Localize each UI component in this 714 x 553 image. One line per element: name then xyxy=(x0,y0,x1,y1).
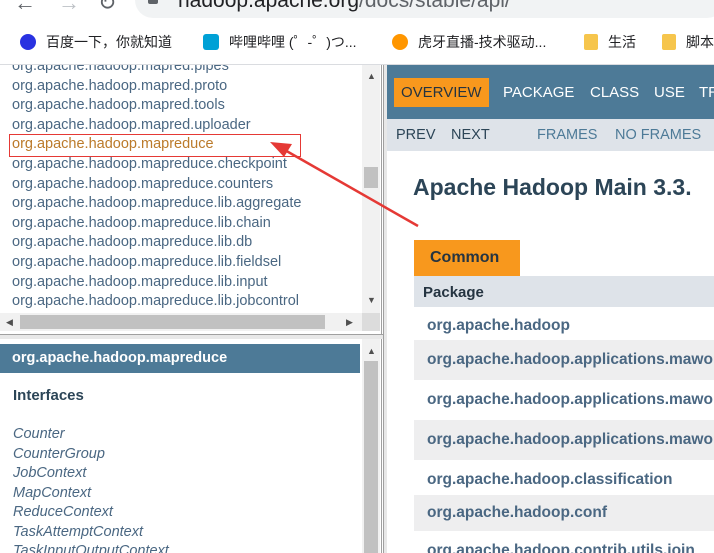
bookmark-huya[interactable]: 虎牙直播-技术驱动... xyxy=(392,28,546,56)
bookmark-label: 虎牙直播-技术驱动... xyxy=(418,34,547,50)
nav-package[interactable]: PACKAGE xyxy=(503,78,574,107)
overview-package-link[interactable]: org.apache.hadoop.applications.mawo xyxy=(427,391,713,408)
overview-package-link[interactable]: org.apache.hadoop.applications.mawo xyxy=(427,351,713,368)
overview-package-link[interactable]: org.apache.hadoop xyxy=(427,317,570,334)
bookmark-label: 哔哩哔哩 (゜-゜)つ... xyxy=(229,34,357,50)
top-navbar: OVERVIEW PACKAGE CLASS USE TREE xyxy=(387,65,714,119)
url-path: /docs/stable/api/ xyxy=(359,0,511,12)
sub-navbar: PREV NEXT FRAMES NO FRAMES xyxy=(387,119,714,151)
scrollbar-thumb[interactable] xyxy=(20,315,325,329)
interface-link[interactable]: JobContext xyxy=(13,464,169,484)
package-column-header: Package xyxy=(414,276,714,307)
bookmark-label: 百度一下，你就知道 xyxy=(46,34,172,50)
overview-package-link[interactable]: org.apache.hadoop.contrib.utils.join xyxy=(427,542,695,553)
overview-package-row: org.apache.hadoop.applications.mawo xyxy=(414,340,714,380)
interface-link[interactable]: TaskInputOutputContext xyxy=(13,542,169,553)
bookmark-label: 脚本 xyxy=(686,34,714,50)
overview-frame: OVERVIEW PACKAGE CLASS USE TREE PREV NEX… xyxy=(387,65,714,553)
package-link[interactable]: org.apache.hadoop.mapreduce.lib.db xyxy=(12,233,362,253)
package-link[interactable]: org.apache.hadoop.mapreduce.checkpoint xyxy=(12,155,362,175)
page-title: Apache Hadoop Main 3.3. xyxy=(413,174,692,200)
scroll-left-icon[interactable]: ◀ xyxy=(6,317,13,327)
vertical-scrollbar[interactable]: ▲ xyxy=(362,339,380,553)
overview-package-row: org.apache.hadoop.contrib.utils.join xyxy=(414,531,714,553)
package-link[interactable]: org.apache.hadoop.mapreduce.lib.jobcontr… xyxy=(12,292,362,312)
nav-tree[interactable]: TREE xyxy=(699,78,714,107)
scrollbar-thumb[interactable] xyxy=(364,361,378,553)
package-list: org.apache.hadoop.mapred.pipes org.apach… xyxy=(12,65,362,312)
tab-common[interactable]: Common xyxy=(414,240,520,276)
package-list-frame: org.apache.hadoop.mapred.pipes org.apach… xyxy=(0,65,382,334)
nav-prev: PREV xyxy=(396,127,436,143)
overview-package-row: org.apache.hadoop xyxy=(414,307,714,340)
interface-link[interactable]: MapContext xyxy=(13,484,169,504)
package-link[interactable]: org.apache.hadoop.mapreduce.lib.chain xyxy=(12,214,362,234)
overview-package-row: org.apache.hadoop.conf xyxy=(414,495,714,531)
folder-icon xyxy=(662,34,676,50)
scrollbar-corner xyxy=(362,313,380,331)
nav-class[interactable]: CLASS xyxy=(590,78,639,107)
nav-frames[interactable]: FRAMES xyxy=(537,119,597,151)
bookmark-folder-life[interactable]: 生活 xyxy=(584,28,636,56)
interfaces-heading: Interfaces xyxy=(13,387,84,404)
nav-next: NEXT xyxy=(451,127,490,143)
package-link[interactable]: org.apache.hadoop.mapred.uploader xyxy=(12,116,362,136)
scroll-up-icon[interactable]: ▲ xyxy=(367,71,376,81)
overview-package-row: org.apache.hadoop.classification xyxy=(414,460,714,495)
scroll-down-icon[interactable]: ▼ xyxy=(367,295,376,305)
browser-chrome: ← → ↻ hadoop.apache.org/docs/stable/api/… xyxy=(0,0,714,65)
overview-package-link[interactable]: org.apache.hadoop.classification xyxy=(427,471,672,488)
scrollbar-thumb[interactable] xyxy=(364,167,378,188)
baidu-paw-icon xyxy=(20,34,36,50)
nav-use[interactable]: USE xyxy=(654,78,685,107)
selection-highlight-box xyxy=(9,134,301,157)
package-link[interactable]: org.apache.hadoop.mapreduce.lib.fieldsel xyxy=(12,253,362,273)
overview-package-link[interactable]: org.apache.hadoop.applications.mawo xyxy=(427,431,713,448)
reload-icon[interactable]: ↻ xyxy=(98,0,116,16)
bilibili-tv-icon xyxy=(203,34,219,50)
overview-package-row: org.apache.hadoop.applications.mawo xyxy=(414,380,714,420)
bookmarks-bar: 百度一下，你就知道 哔哩哔哩 (゜-゜)つ... 虎牙直播-技术驱动... 生活… xyxy=(0,28,714,56)
bookmark-bilibili[interactable]: 哔哩哔哩 (゜-゜)つ... xyxy=(203,28,357,56)
package-link[interactable]: org.apache.hadoop.mapreduce.lib.aggregat… xyxy=(12,194,362,214)
overview-package-link[interactable]: org.apache.hadoop.conf xyxy=(427,504,607,521)
lock-icon[interactable] xyxy=(148,0,158,4)
package-link[interactable]: org.apache.hadoop.mapreduce.lib.input xyxy=(12,273,362,293)
huya-icon xyxy=(392,34,408,50)
interface-list: Counter CounterGroup JobContext MapConte… xyxy=(13,425,169,553)
overview-package-row: org.apache.hadoop.applications.mawo xyxy=(414,420,714,460)
nav-overview[interactable]: OVERVIEW xyxy=(394,78,489,107)
package-link[interactable]: org.apache.hadoop.mapred.pipes xyxy=(12,65,362,77)
package-link[interactable]: org.apache.hadoop.mapred.proto xyxy=(12,77,362,97)
class-list-frame: org.apache.hadoop.mapreduce Interfaces C… xyxy=(0,339,382,553)
scroll-up-icon[interactable]: ▲ xyxy=(367,346,376,356)
interface-link[interactable]: ReduceContext xyxy=(13,503,169,523)
package-link[interactable]: org.apache.hadoop.mapreduce.counters xyxy=(12,175,362,195)
bookmark-label: 生活 xyxy=(608,34,636,50)
interface-link[interactable]: TaskAttemptContext xyxy=(13,523,169,543)
vertical-scrollbar[interactable]: ▲ ▼ xyxy=(362,65,380,313)
address-bar-url[interactable]: hadoop.apache.org/docs/stable/api/ xyxy=(178,0,511,13)
package-title-bar[interactable]: org.apache.hadoop.mapreduce xyxy=(0,344,360,373)
forward-icon[interactable]: → xyxy=(58,0,80,16)
nav-no-frames[interactable]: NO FRAMES xyxy=(615,119,701,151)
browser-toolbar: ← → ↻ hadoop.apache.org/docs/stable/api/ xyxy=(0,0,714,18)
package-link[interactable]: org.apache.hadoop.mapred.tools xyxy=(12,96,362,116)
back-icon[interactable]: ← xyxy=(14,0,36,16)
bookmark-baidu[interactable]: 百度一下，你就知道 xyxy=(20,28,172,56)
scroll-right-icon[interactable]: ▶ xyxy=(346,317,353,327)
url-host: hadoop.apache.org xyxy=(178,0,359,12)
interface-link[interactable]: Counter xyxy=(13,425,169,445)
horizontal-scrollbar[interactable]: ◀ ▶ xyxy=(0,313,362,331)
bookmark-folder-scripts[interactable]: 脚本 xyxy=(662,28,714,56)
interface-link[interactable]: CounterGroup xyxy=(13,445,169,465)
folder-icon xyxy=(584,34,598,50)
